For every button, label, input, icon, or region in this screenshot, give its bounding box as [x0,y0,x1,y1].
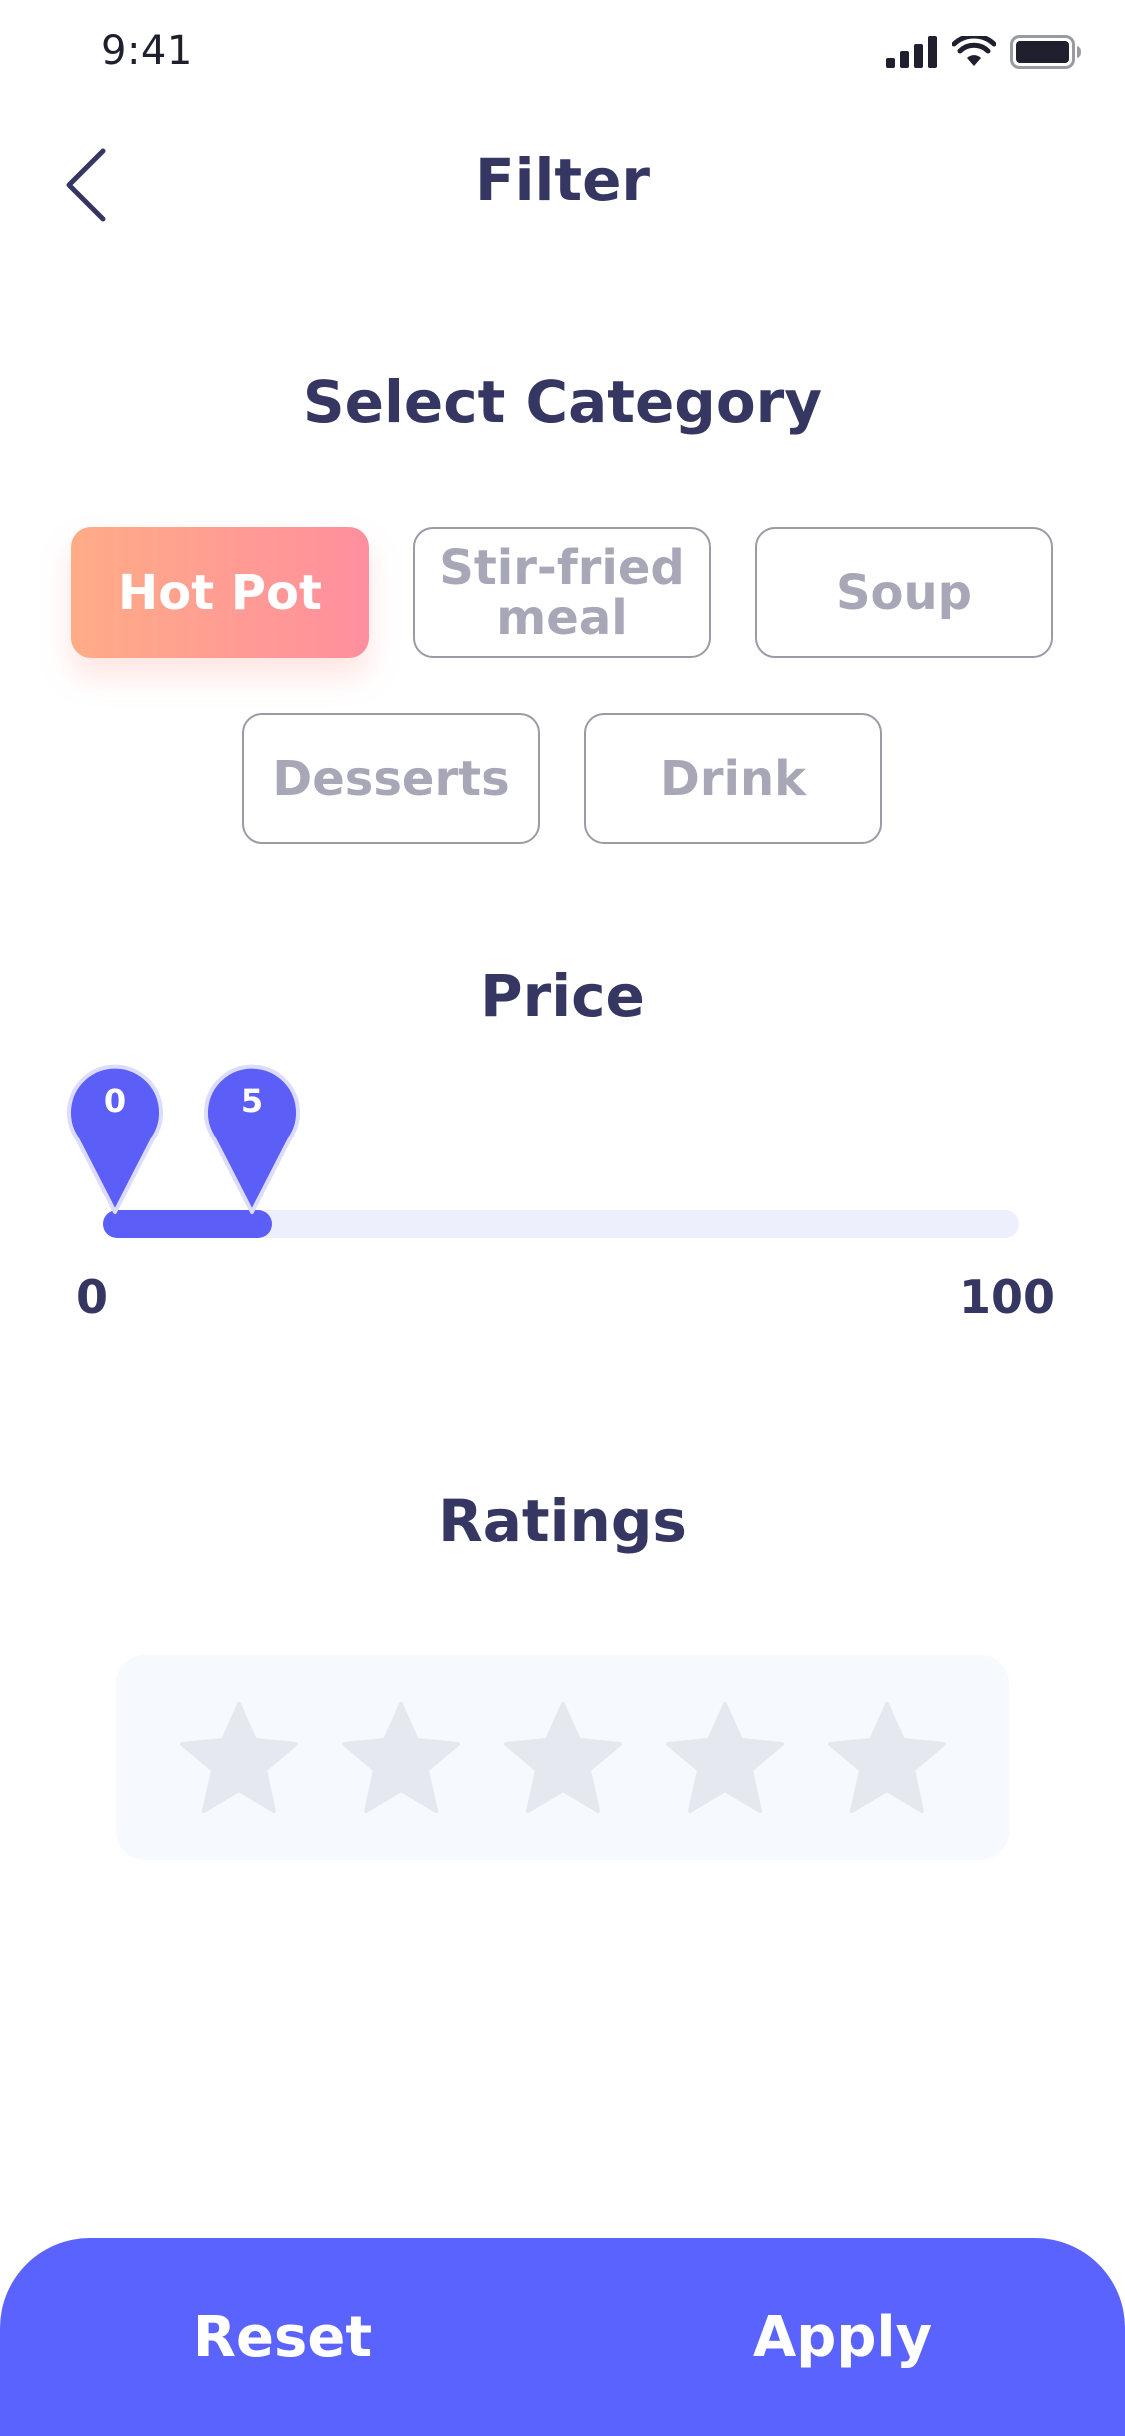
map-pin-icon [204,1064,300,1214]
signal-icon [886,36,937,68]
star-icon-4[interactable] [664,1700,786,1816]
ratings-section-title: Ratings [438,1487,687,1555]
star-icon-2[interactable] [340,1700,462,1816]
star-icon-1[interactable] [178,1700,300,1816]
rating-stars [116,1655,1009,1860]
page-title: Filter [474,146,651,214]
status-time: 9:41 [101,28,193,74]
price-range-max-label: 100 [958,1270,1055,1324]
price-section-title: Price [480,962,645,1030]
category-chip-desserts[interactable]: Desserts [242,713,540,844]
wifi-icon [952,36,996,66]
category-section-title: Select Category [302,368,823,436]
star-icon-5[interactable] [826,1700,948,1816]
price-max-value: 5 [240,1082,264,1120]
price-min-value: 0 [103,1082,127,1120]
category-chip-drink[interactable]: Drink [584,713,882,844]
price-slider-min-handle[interactable]: 0 [65,1056,165,1216]
price-slider-max-handle[interactable]: 5 [202,1056,302,1216]
battery-icon [1010,35,1081,69]
apply-button[interactable]: Apply [680,2238,1005,2436]
star-icon-3[interactable] [502,1700,624,1816]
category-chip-hot-pot[interactable]: Hot Pot [71,527,369,658]
map-pin-icon [67,1064,163,1214]
category-chip-stir-fried-meal[interactable]: Stir-fried meal [413,527,711,658]
reset-button[interactable]: Reset [120,2238,445,2436]
status-icons [886,30,1082,74]
price-range-min-label: 0 [76,1270,109,1324]
bottom-action-bar: Reset Apply [0,2238,1125,2436]
category-chip-soup[interactable]: Soup [755,527,1053,658]
